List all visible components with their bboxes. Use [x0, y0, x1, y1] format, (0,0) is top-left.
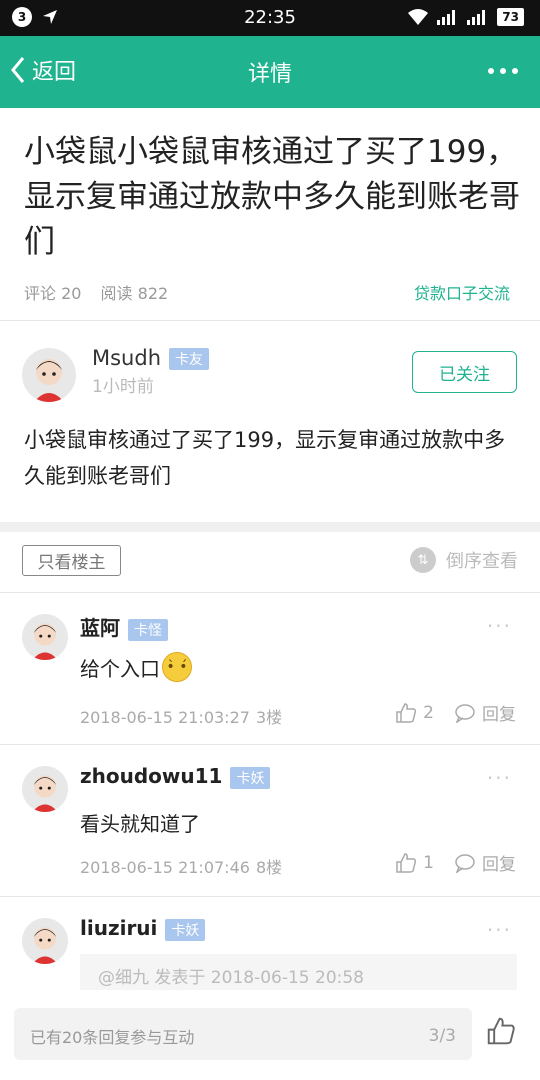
reply-actions: 1 回复 [395, 850, 516, 875]
author-name-text: Msudh [92, 346, 162, 370]
reply-author[interactable]: 蓝阿 卡怪 [80, 612, 168, 641]
user-level-badge: 卡友 [169, 348, 210, 370]
author-name[interactable]: Msudh 卡友 [92, 346, 210, 370]
page-title: 详情 [247, 62, 292, 87]
reply-floor: 3楼 [255, 708, 283, 727]
user-level-badge: 卡怪 [128, 618, 168, 641]
comment-bubble-icon[interactable] [454, 703, 476, 723]
topic-tag[interactable]: 贷款口子交流 [414, 280, 510, 304]
post-title: 小袋鼠小袋鼠审核通过了买了199，显示复审通过放款中多久能到账老哥们 [24, 134, 520, 260]
more-options-button[interactable] [488, 68, 518, 74]
reply-button[interactable]: 回复 [482, 700, 516, 725]
avatar-icon [32, 927, 58, 964]
sort-icon: ⇅ [410, 547, 436, 573]
reply-date: 2018-06-15 21:03:27 [80, 708, 250, 727]
comment-count: 评论 20 [24, 284, 82, 303]
reply-meta: 2018-06-15 21:03:27 3楼 [80, 704, 288, 728]
follow-button[interactable]: 已关注 [412, 351, 517, 393]
nav-bar: 返回 详情 [0, 36, 540, 108]
reply-button[interactable]: 回复 [482, 850, 516, 875]
thumbs-up-icon[interactable] [395, 702, 417, 724]
reply-author-name: 蓝阿 [80, 616, 120, 640]
more-dot-icon [500, 68, 506, 74]
thinking-emoji-icon: •̀ •́ [162, 652, 192, 682]
more-dot-icon [488, 68, 494, 74]
reply-item: 蓝阿 卡怪 ··· 给个入口 •̀ •́ 2018-06-15 21:03:27 3… [0, 592, 540, 744]
post-body: 小袋鼠审核通过了买了199，显示复审通过放款中多久能到账老哥们 [24, 428, 506, 488]
reply-text-content: 看头就知道了 [80, 812, 200, 836]
signal-icon-2 [467, 10, 486, 25]
user-level-badge: 卡妖 [230, 766, 271, 789]
reply-item: liuzirui 卡妖 ··· @细九 发表于 2018-06-15 20:58 [0, 896, 540, 996]
reply-avatar[interactable] [22, 918, 68, 964]
read-count: 阅读 822 [100, 284, 169, 303]
avatar-icon [34, 359, 64, 402]
post-time: 1小时前 [92, 377, 154, 397]
page-indicator: 3/3 [428, 1026, 456, 1046]
comment-bubble-icon[interactable] [454, 853, 476, 873]
reply-item: zhoudowu11 卡妖 ··· 看头就知道了 2018-06-15 21:07… [0, 744, 540, 896]
reply-date: 2018-06-15 21:07:46 [80, 858, 250, 877]
reply-author-name: zhoudowu11 [80, 764, 223, 788]
reverse-order-button[interactable]: ⇅ 倒序查看 [410, 547, 518, 573]
bottom-bar: 已有20条回复参与互动 3/3 [0, 990, 540, 1080]
status-bar: 3 22:35 73 [0, 0, 540, 36]
author-avatar[interactable] [22, 348, 76, 402]
like-count: 2 [423, 702, 434, 723]
post-meta: 评论 20 阅读 822 [24, 280, 182, 304]
reply-author-name: liuzirui [80, 916, 158, 940]
reply-meta: 2018-06-15 21:07:46 8楼 [80, 854, 288, 878]
thumbs-up-icon[interactable] [395, 852, 417, 874]
reply-avatar[interactable] [22, 766, 68, 812]
reply-more-button[interactable]: ··· [487, 766, 512, 790]
reply-author[interactable]: zhoudowu11 卡妖 [80, 764, 271, 789]
avatar-icon [32, 775, 58, 812]
user-level-badge: 卡妖 [165, 918, 206, 941]
reply-author[interactable]: liuzirui 卡妖 [80, 916, 206, 941]
reply-actions: 2 回复 [395, 700, 516, 725]
only-op-button[interactable]: 只看楼主 [22, 545, 121, 576]
thumbs-up-icon[interactable] [486, 1016, 516, 1046]
reply-more-button[interactable]: ··· [487, 614, 512, 638]
reply-input-placeholder: 已有20条回复参与互动 [30, 1028, 195, 1047]
reply-avatar[interactable] [22, 614, 68, 660]
section-separator [0, 522, 540, 532]
more-dot-icon [512, 68, 518, 74]
reply-text: 看头就知道了 [80, 808, 200, 837]
quoted-reply: @细九 发表于 2018-06-15 20:58 [80, 954, 517, 994]
signal-icon [437, 10, 456, 25]
reply-text: 给个入口 •̀ •́ [80, 652, 192, 682]
reply-floor: 8楼 [255, 858, 283, 877]
reply-more-button[interactable]: ··· [487, 918, 512, 942]
topic-tag-label: 贷款口子交流 [413, 284, 510, 303]
divider [0, 320, 540, 321]
like-count: 1 [423, 852, 434, 873]
avatar-icon [32, 623, 58, 660]
reply-input[interactable]: 已有20条回复参与互动 3/3 [14, 1008, 472, 1060]
reply-text-content: 给个入口 [80, 656, 160, 681]
wifi-icon [408, 9, 429, 25]
battery-icon: 73 [497, 8, 524, 26]
reverse-order-label: 倒序查看 [446, 551, 518, 572]
